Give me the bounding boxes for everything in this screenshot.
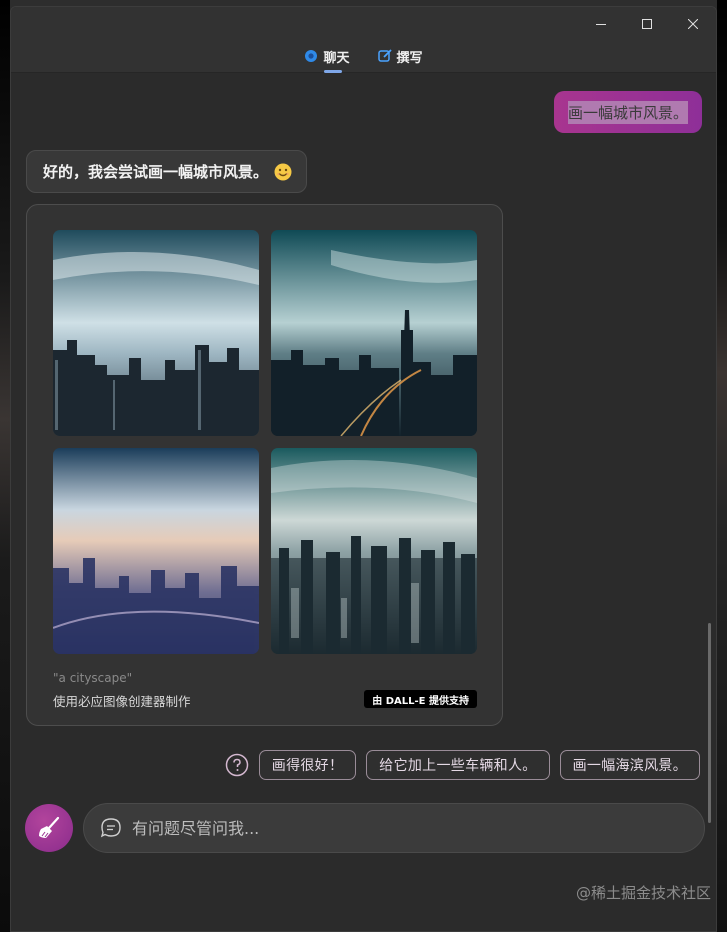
tab-compose[interactable]: 撰写: [377, 45, 423, 67]
chat-bubble-icon: [100, 818, 121, 838]
generated-images-card: "a cityscape" 使用必应图像创建器制作 由 DALL-E 提供支持: [26, 204, 503, 726]
maximize-button[interactable]: [624, 7, 670, 41]
tab-chat[interactable]: 聊天: [304, 45, 350, 73]
tab-chat-label: 聊天: [323, 50, 350, 66]
user-message-bubble: 画一幅城市风景。: [553, 91, 702, 133]
image-creator-credit[interactable]: 使用必应图像创建器制作: [53, 691, 191, 710]
close-icon: [688, 19, 698, 29]
chat-window: 聊天 撰写 画一幅城市风景。 好的，我会尝试画一幅城市风景。 "a citysc…: [10, 6, 717, 932]
minimize-button[interactable]: [578, 7, 624, 41]
dalle-badge: 由 DALL-E 提供支持: [364, 690, 477, 708]
title-bar: 聊天 撰写: [11, 7, 716, 73]
close-button[interactable]: [670, 7, 716, 41]
compose-icon: [377, 49, 392, 63]
suggestions-row: 画得很好！ 给它加上一些车辆和人。 画一幅海滨风景。: [225, 750, 700, 780]
chat-input-box[interactable]: [83, 803, 705, 853]
new-topic-button[interactable]: [25, 804, 73, 852]
bot-message-text: 好的，我会尝试画一幅城市风景。: [43, 163, 269, 181]
tab-compose-label: 撰写: [396, 50, 423, 66]
smiling-face-icon: [274, 163, 292, 180]
generated-image-3[interactable]: [53, 448, 259, 654]
chat-input[interactable]: [132, 818, 704, 838]
chat-icon: [304, 49, 318, 63]
desktop-background-left: [0, 0, 10, 932]
watermark: @稀土掘金技术社区: [575, 884, 711, 902]
scrollbar-thumb[interactable]: [708, 623, 711, 823]
maximize-icon: [642, 19, 652, 29]
user-message-text: 画一幅城市风景。: [567, 100, 688, 124]
generated-image-2[interactable]: [271, 230, 477, 436]
generated-image-4[interactable]: [271, 448, 477, 654]
bot-message-bubble: 好的，我会尝试画一幅城市风景。: [26, 150, 308, 193]
desktop-background-right: [717, 0, 727, 932]
generated-image-1[interactable]: [53, 230, 259, 436]
broom-icon: [39, 816, 60, 838]
image-prompt-text: "a cityscape": [53, 671, 133, 685]
suggestion-chip-3[interactable]: 画一幅海滨风景。: [559, 750, 700, 780]
minimize-icon: [596, 24, 606, 25]
window-controls: [578, 7, 716, 41]
suggestion-chip-2[interactable]: 给它加上一些车辆和人。: [366, 750, 550, 780]
suggestion-chip-1[interactable]: 画得很好！: [258, 750, 357, 780]
help-icon[interactable]: [225, 753, 249, 777]
mode-tabs: 聊天 撰写: [11, 45, 716, 73]
